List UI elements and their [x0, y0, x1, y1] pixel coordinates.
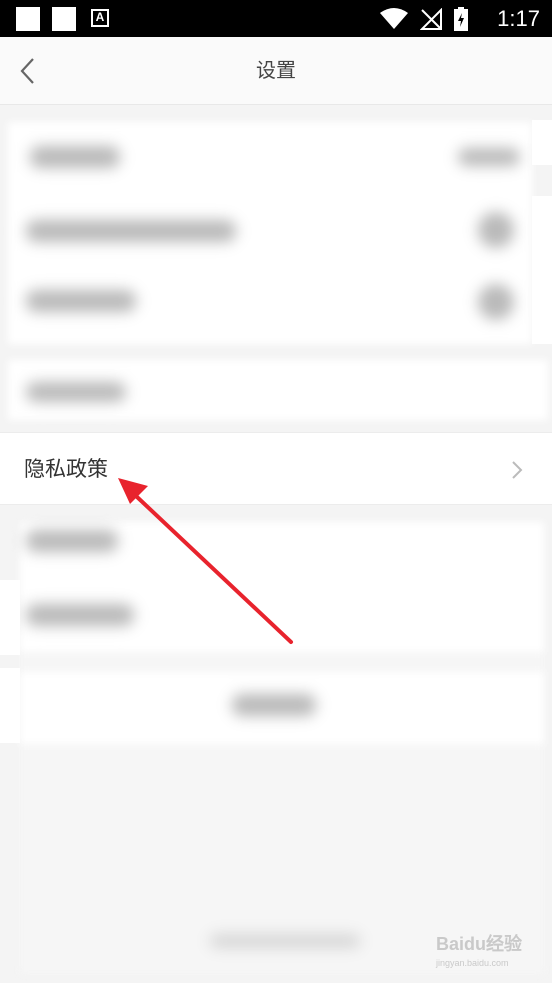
no-signal-icon	[420, 8, 442, 30]
status-bar: A 1:17	[0, 0, 552, 37]
row-fragment	[0, 580, 20, 655]
row-fragment	[0, 668, 20, 743]
page-title: 设置	[256, 58, 296, 82]
privacy-policy-row[interactable]: 隐私政策	[0, 432, 552, 505]
wifi-icon	[380, 8, 408, 29]
privacy-policy-label: 隐私政策	[24, 457, 108, 481]
clock: 1:17	[497, 6, 540, 31]
watermark-brand: Baidu经验	[435, 934, 522, 954]
row-fragment	[532, 196, 552, 344]
battery-charging-icon	[454, 7, 468, 31]
watermark-url: jingyan.baidu.com	[435, 958, 509, 968]
app-header: 设置	[0, 37, 552, 105]
blurred-lower-group	[20, 522, 544, 974]
blurred-setting-row	[8, 360, 548, 420]
notification-icon	[16, 7, 40, 31]
row-fragment	[532, 120, 552, 165]
blurred-settings-group	[8, 122, 532, 344]
chevron-right-icon	[512, 461, 523, 479]
notification-icon	[52, 7, 76, 31]
baidu-watermark: Baidu经验 jingyan.baidu.com	[436, 930, 522, 968]
accessibility-notification-icon: A	[91, 9, 109, 27]
